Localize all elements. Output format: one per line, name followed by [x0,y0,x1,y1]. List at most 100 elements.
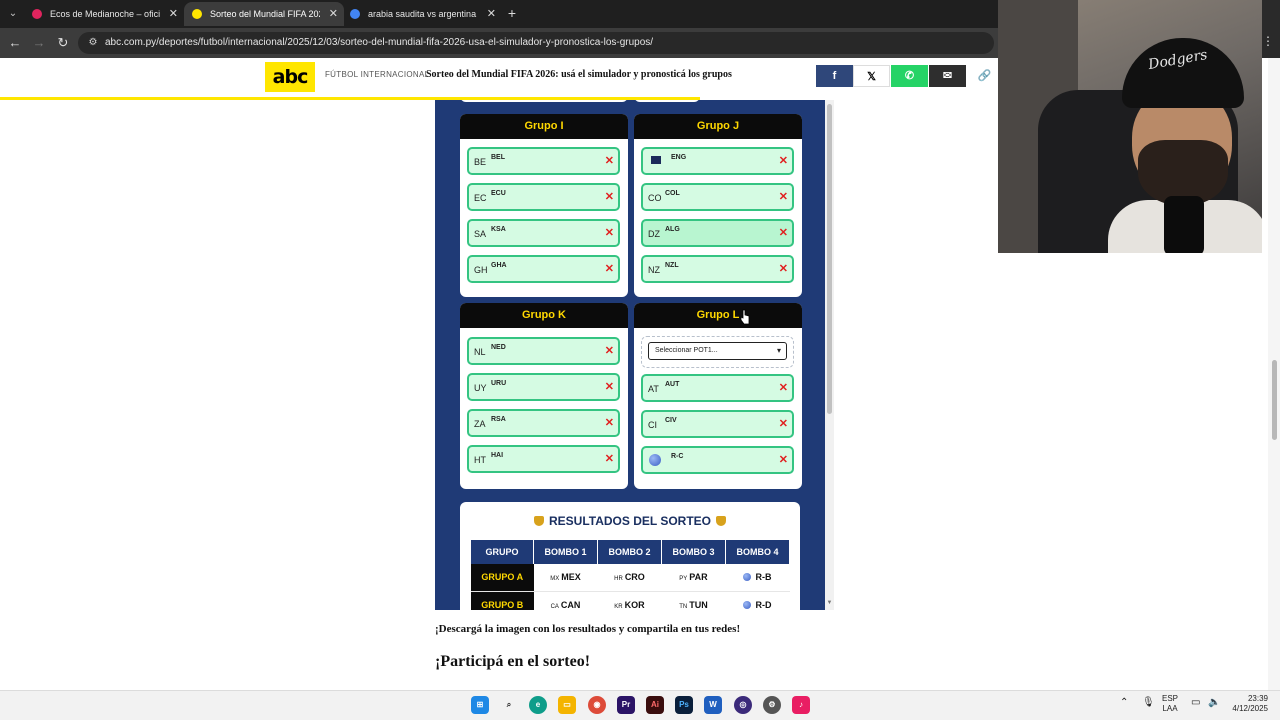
remove-team-icon[interactable]: ✕ [779,417,788,431]
team-slot[interactable]: NZ NZL ✕ [641,255,794,283]
draw-simulator: Grupo I BE BEL ✕ EC ECU ✕ SA KSA ✕ GH GH… [435,100,825,610]
team-abbr: R-C [671,453,684,460]
network-icon[interactable]: ▭ [1191,698,1200,708]
pot1-select[interactable]: Seleccionar POT1... ▾ [648,342,787,360]
simulator-scrollbar-thumb[interactable] [827,104,832,414]
team-flag-code: EC [474,193,487,203]
remove-team-icon[interactable]: ✕ [779,453,788,467]
word-icon[interactable]: W [704,696,722,714]
team-slot[interactable]: SA KSA ✕ [467,219,620,247]
results-table: GRUPO BOMBO 1 BOMBO 2 BOMBO 3 BOMBO 4 GR… [471,540,791,610]
team-slot[interactable]: ZA RSA ✕ [467,409,620,437]
tab-arabia[interactable]: arabia saudita vs argentina - B ✕ [342,2,502,26]
bombo-cell: KR KOR [597,591,662,610]
col-header: BOMBO 3 [661,540,726,564]
pot1-dropzone: Seleccionar POT1... ▾ [641,336,794,368]
team-abbr: HAI [491,452,504,459]
team-abbr: CIV [665,417,677,424]
team-slot[interactable]: DZ ALG ✕ [641,219,794,247]
whatsapp-share-button[interactable]: ✆ [891,65,928,87]
reload-icon[interactable]: ↻ [54,34,72,52]
remove-team-icon[interactable]: ✕ [605,154,614,168]
scroll-down-arrow-icon[interactable]: ▼ [826,600,833,608]
remove-team-icon[interactable]: ✕ [779,381,788,395]
forward-arrow-icon[interactable]: → [30,34,48,52]
volume-icon[interactable]: 🔈 [1208,698,1220,708]
settings-app-icon[interactable]: ⚙ [763,696,781,714]
team-slot[interactable]: HT HAI ✕ [467,445,620,473]
bombo-cell: R-D [725,591,790,610]
remove-team-icon[interactable]: ✕ [779,190,788,204]
youtube-favicon-icon [32,9,42,19]
team-slot[interactable]: NL NED ✕ [467,337,620,365]
obs-icon[interactable]: ◎ [734,696,752,714]
remove-team-icon[interactable]: ✕ [605,380,614,394]
team-slot[interactable]: AT AUT ✕ [641,374,794,402]
tab-title: arabia saudita vs argentina - B [368,9,478,19]
team-slot[interactable]: CO COL ✕ [641,183,794,211]
microphone-icon[interactable]: 🎙 [1142,698,1155,708]
x-share-button[interactable]: 𝕏 [853,65,890,87]
search-icon[interactable]: ⌕ [500,696,518,714]
team-slot[interactable]: GH GHA ✕ [467,255,620,283]
clock[interactable]: 23:39 4/12/2025 [1228,694,1268,714]
back-arrow-icon[interactable]: ← [6,34,24,52]
remove-team-icon[interactable]: ✕ [779,226,788,240]
remove-team-icon[interactable]: ✕ [605,416,614,430]
remove-team-icon[interactable]: ✕ [605,190,614,204]
team-slot[interactable]: R-C ✕ [641,446,794,474]
tiktok-icon[interactable]: ♪ [792,696,810,714]
close-tab-icon[interactable]: ✕ [487,2,496,26]
tab-search-icon[interactable]: ⌄ [4,5,22,23]
tab-ecos[interactable]: Ecos de Medianoche – oficial | ✕ [24,2,184,26]
col-header: BOMBO 2 [597,540,662,564]
url-field[interactable]: ⚙ abc.com.py/deportes/futbol/internacion… [78,32,994,54]
site-info-icon[interactable]: ⚙ [86,36,100,50]
chrome-icon[interactable]: ◉ [588,696,606,714]
windows-start-icon[interactable]: ⊞ [471,696,489,714]
team-flag-code: UY [474,383,487,393]
show-hidden-icons-icon[interactable]: ⌃ [1120,698,1128,708]
group-title: Grupo I [460,114,628,139]
section-label[interactable]: FÚTBOL INTERNACIONAL [325,70,429,79]
team-slot[interactable]: BE BEL ✕ [467,147,620,175]
team-flag-code: GH [474,265,488,275]
webcam-microphone [1164,196,1204,253]
remove-team-icon[interactable]: ✕ [605,226,614,240]
illustrator-icon[interactable]: Ai [646,696,664,714]
close-tab-icon[interactable]: ✕ [169,2,178,26]
url-text[interactable]: abc.com.py/deportes/futbol/internacional… [105,32,653,54]
team-abbr: NED [491,344,506,351]
remove-team-icon[interactable]: ✕ [605,262,614,276]
facebook-share-button[interactable]: f [816,65,853,87]
results-title-text: RESULTADOS DEL SORTEO [548,514,711,528]
premiere-icon[interactable]: Pr [617,696,635,714]
new-tab-icon[interactable]: + [504,4,520,22]
email-share-button[interactable]: ✉ [929,65,966,87]
abc-logo[interactable]: abc [265,62,315,92]
file-explorer-icon[interactable]: ▭ [558,696,576,714]
team-abbr: ALG [665,226,680,233]
previous-group-card [634,100,700,102]
participate-heading: ¡Participá en el sorteo! [435,653,591,670]
team-slot[interactable]: ENG ✕ [641,147,794,175]
remove-team-icon[interactable]: ✕ [779,154,788,168]
remove-team-icon[interactable]: ✕ [605,452,614,466]
team-slot[interactable]: UY URU ✕ [467,373,620,401]
edge-icon[interactable]: e [529,696,547,714]
team-slot[interactable]: EC ECU ✕ [467,183,620,211]
remove-team-icon[interactable]: ✕ [779,262,788,276]
download-paragraph: ¡Descargá la imagen con los resultados y… [435,623,741,635]
team-abbr: URU [491,380,507,387]
bombo-cell: PY PAR [661,564,726,592]
chrome-menu-icon[interactable]: ⋮ [1262,34,1274,48]
col-header: BOMBO 1 [533,540,598,564]
tab-sorteo[interactable]: Sorteo del Mundial FIFA 2026: u ✕ [184,2,344,26]
table-row: GRUPO B CA CAN KR KOR TN TUN R-D [471,591,790,610]
team-slot[interactable]: CI CIV ✕ [641,410,794,438]
language-indicator[interactable]: ESP LAA [1162,694,1178,714]
remove-team-icon[interactable]: ✕ [605,344,614,358]
photoshop-icon[interactable]: Ps [675,696,693,714]
page-scrollbar-thumb[interactable] [1272,360,1277,440]
close-tab-icon[interactable]: ✕ [329,2,338,26]
